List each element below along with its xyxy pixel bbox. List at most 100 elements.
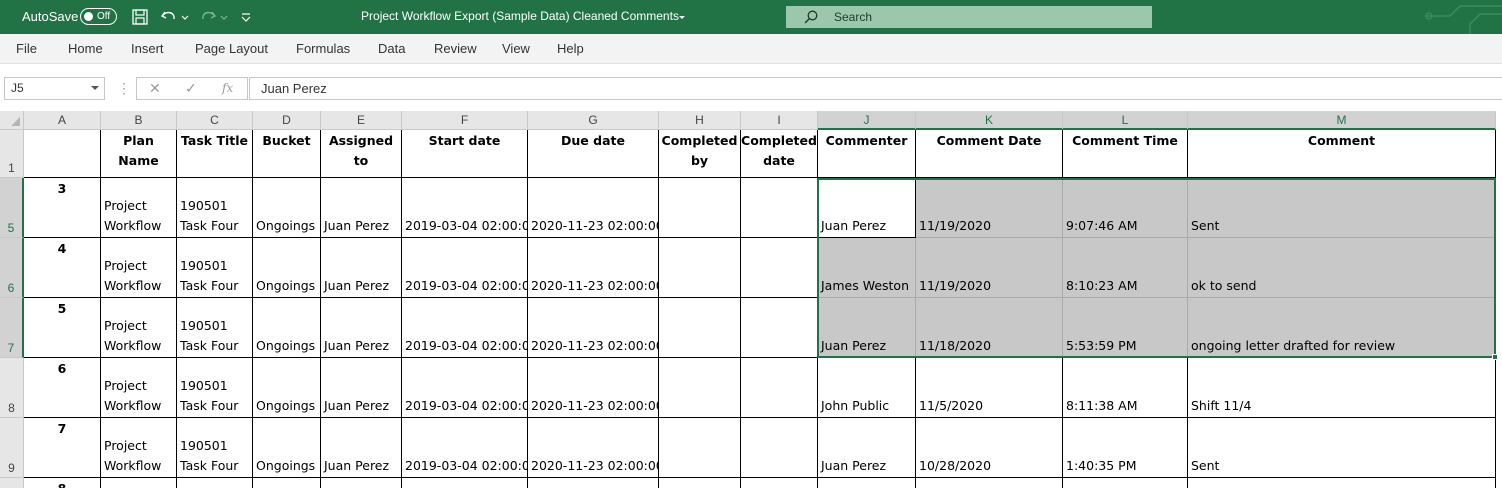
table-cell[interactable]: 11/19/2020	[916, 178, 1063, 238]
table-cell[interactable]	[177, 478, 253, 488]
table-cell[interactable]: 8:10:23 AM	[1063, 238, 1188, 298]
header-cell-m[interactable]: Comment	[1188, 130, 1496, 178]
header-cell-k[interactable]: Comment Date	[916, 130, 1063, 178]
table-cell[interactable]: 190501 Task Four	[177, 298, 253, 358]
table-cell[interactable]: 2019-03-04 02:00:00	[402, 418, 528, 478]
table-cell[interactable]: Sent	[1188, 178, 1496, 238]
menu-data[interactable]: Data	[378, 34, 405, 64]
menu-home[interactable]: Home	[68, 34, 103, 64]
table-cell[interactable]	[818, 478, 916, 488]
table-cell[interactable]	[659, 178, 741, 238]
table-cell[interactable]	[741, 298, 818, 358]
table-cell[interactable]	[741, 178, 818, 238]
table-cell[interactable]: 11/18/2020	[916, 298, 1063, 358]
table-cell[interactable]: 1:40:35 PM	[1063, 418, 1188, 478]
table-cell[interactable]: 5	[24, 298, 101, 358]
header-cell-f[interactable]: Start date	[402, 130, 528, 178]
menu-formulas[interactable]: Formulas	[296, 34, 350, 64]
table-cell[interactable]	[321, 478, 402, 488]
table-cell[interactable]: 10/28/2020	[916, 418, 1063, 478]
table-cell[interactable]: 6	[24, 358, 101, 418]
table-cell[interactable]: Project Workflow	[101, 178, 177, 238]
column-header-k[interactable]: K	[916, 111, 1063, 130]
spreadsheet-grid[interactable]: A B C D E F G H I J K L M 1 Plan Name Task Title Bucket A…	[0, 111, 1502, 488]
enter-icon[interactable]: ✓	[185, 78, 197, 99]
menu-page-layout[interactable]: Page Layout	[195, 34, 268, 64]
table-cell[interactable]: Sent	[1188, 418, 1496, 478]
table-cell[interactable]	[741, 478, 818, 488]
chevron-down-icon[interactable]	[91, 86, 99, 90]
table-cell[interactable]: Ongoings	[253, 358, 321, 418]
table-cell[interactable]: 2019-03-04 02:00:00	[402, 178, 528, 238]
select-all-corner[interactable]	[0, 111, 24, 130]
row-header[interactable]: 5	[0, 178, 24, 238]
column-header-c[interactable]: C	[177, 111, 253, 130]
column-header-e[interactable]: E	[321, 111, 402, 130]
column-header-h[interactable]: H	[659, 111, 741, 130]
row-header[interactable]: 1	[0, 130, 24, 178]
table-cell[interactable]	[659, 358, 741, 418]
header-cell-l[interactable]: Comment Time	[1063, 130, 1188, 178]
table-cell[interactable]: Juan Perez	[321, 178, 402, 238]
table-cell[interactable]: 8	[24, 478, 101, 488]
column-header-b[interactable]: B	[101, 111, 177, 130]
table-cell[interactable]: James Weston	[818, 238, 916, 298]
table-cell[interactable]	[528, 478, 659, 488]
table-cell[interactable]	[741, 358, 818, 418]
table-cell[interactable]: 5:53:59 PM	[1063, 298, 1188, 358]
table-cell[interactable]: Juan Perez	[818, 418, 916, 478]
table-cell[interactable]: 2020-11-23 02:00:00	[528, 298, 659, 358]
table-cell[interactable]: John Public	[818, 358, 916, 418]
table-cell[interactable]: 190501 Task Four	[177, 418, 253, 478]
table-cell[interactable]: Project Workflow	[101, 418, 177, 478]
table-cell[interactable]: 190501 Task Four	[177, 238, 253, 298]
column-header-a[interactable]: A	[24, 111, 101, 130]
table-cell[interactable]	[1063, 478, 1188, 488]
table-cell[interactable]	[741, 418, 818, 478]
header-cell-h[interactable]: Completed by	[659, 130, 741, 178]
table-cell[interactable]: Juan Perez	[321, 238, 402, 298]
column-header-f[interactable]: F	[402, 111, 528, 130]
table-cell[interactable]: 7	[24, 418, 101, 478]
table-cell[interactable]: Juan Perez	[818, 298, 916, 358]
table-cell[interactable]: Shift 11/4	[1188, 358, 1496, 418]
table-cell[interactable]: 190501 Task Four	[177, 358, 253, 418]
table-cell[interactable]	[659, 478, 741, 488]
table-cell[interactable]	[402, 478, 528, 488]
row-header[interactable]: 8	[0, 358, 24, 418]
table-cell[interactable]: Ongoings	[253, 418, 321, 478]
menu-insert[interactable]: Insert	[131, 34, 164, 64]
table-cell[interactable]: 3	[24, 178, 101, 238]
row-header[interactable]: 9	[0, 418, 24, 478]
table-cell[interactable]	[101, 478, 177, 488]
menu-review[interactable]: Review	[434, 34, 477, 64]
column-header-l[interactable]: L	[1063, 111, 1188, 130]
table-cell[interactable]: ok to send	[1188, 238, 1496, 298]
table-cell[interactable]: 9:07:46 AM	[1063, 178, 1188, 238]
table-cell[interactable]: Juan Perez	[818, 178, 916, 238]
table-cell[interactable]: Project Workflow	[101, 238, 177, 298]
table-cell[interactable]: 2020-11-23 02:00:00	[528, 358, 659, 418]
title-dropdown-icon[interactable]	[677, 8, 687, 26]
column-header-i[interactable]: I	[741, 111, 818, 130]
table-cell[interactable]	[741, 238, 818, 298]
search-box[interactable]: Search	[786, 6, 1152, 28]
table-cell[interactable]	[253, 478, 321, 488]
table-cell[interactable]: 2020-11-23 02:00:00	[528, 418, 659, 478]
table-cell[interactable]: 2020-11-23 02:00:00	[528, 178, 659, 238]
row-header[interactable]: 7	[0, 298, 24, 358]
table-cell[interactable]: Juan Perez	[321, 298, 402, 358]
table-cell[interactable]: Project Workflow	[101, 358, 177, 418]
row-header[interactable]	[0, 478, 24, 488]
table-cell[interactable]: Ongoings	[253, 238, 321, 298]
name-box[interactable]: J5	[4, 77, 105, 100]
table-cell[interactable]: Ongoings	[253, 178, 321, 238]
table-cell[interactable]: Juan Perez	[321, 358, 402, 418]
table-cell[interactable]: Juan Perez	[321, 418, 402, 478]
column-header-m[interactable]: M	[1188, 111, 1496, 130]
formula-input[interactable]: Juan Perez	[249, 77, 1502, 100]
header-cell-b[interactable]: Plan Name	[101, 130, 177, 178]
table-cell[interactable]	[916, 478, 1063, 488]
table-cell[interactable]	[1188, 478, 1496, 488]
menu-file[interactable]: File	[16, 34, 37, 64]
